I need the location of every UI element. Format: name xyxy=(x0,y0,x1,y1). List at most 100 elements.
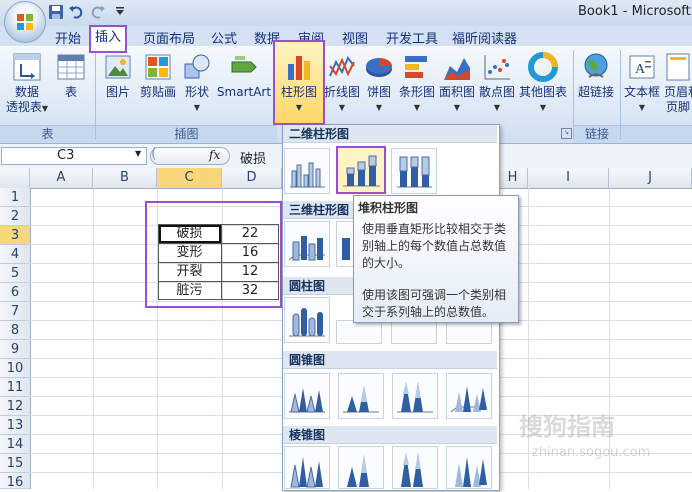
pie-chart-button[interactable]: 饼图 ▼ xyxy=(363,52,395,115)
cylinder-column-option[interactable] xyxy=(284,297,330,343)
pivot-table-label-2: 透视表 xyxy=(5,100,42,114)
gallery-section-pyramid: 棱锥图 xyxy=(283,426,497,444)
qat-menu-icon[interactable] xyxy=(112,4,128,20)
column-header[interactable]: B xyxy=(93,168,157,188)
data-range-highlight xyxy=(145,201,282,308)
dialog-launcher-icon[interactable]: ↘ xyxy=(561,128,572,139)
column-header-selected[interactable]: C xyxy=(157,168,222,188)
percent-stacked-cylinder-option[interactable] xyxy=(391,320,437,344)
row-header[interactable]: 7 xyxy=(0,302,30,321)
formula-input[interactable]: 破损 xyxy=(240,148,266,167)
expand-handle-icon[interactable]: ( xyxy=(151,146,156,162)
insert-function-button[interactable]: fx xyxy=(209,148,220,162)
percent-stacked-column-option[interactable] xyxy=(391,148,437,194)
picture-label: 图片 xyxy=(105,85,130,99)
tab-developer[interactable]: 开发工具 xyxy=(386,28,438,47)
tab-foxit-reader[interactable]: 福昕阅读器 xyxy=(452,28,517,47)
row-header[interactable]: 1 xyxy=(0,188,30,207)
table-label: 表 xyxy=(64,85,77,99)
row-header[interactable]: 13 xyxy=(0,416,30,435)
gallery-section-2d-column: 二维柱形图 xyxy=(283,125,497,143)
other-charts-button[interactable]: 其他图表 ▼ xyxy=(518,52,568,115)
header-footer-label-2: 页脚 xyxy=(665,100,690,114)
stacked-cone-option[interactable] xyxy=(338,373,384,419)
3d-pyramid-option[interactable] xyxy=(446,446,492,489)
stacked-cylinder-option[interactable] xyxy=(336,320,382,344)
row-header[interactable]: 15 xyxy=(0,454,30,473)
header-footer-icon xyxy=(666,53,690,81)
select-all-corner[interactable] xyxy=(0,168,30,188)
line-chart-button[interactable]: 折线图 ▼ xyxy=(323,52,361,115)
tab-view[interactable]: 视图 xyxy=(342,28,368,47)
bar-chart-button[interactable]: 条形图 ▼ xyxy=(398,52,436,115)
clipart-button[interactable]: 剪贴画 xyxy=(138,52,178,100)
row-header[interactable]: 8 xyxy=(0,321,30,340)
row-header-selected[interactable]: 3 xyxy=(0,226,30,245)
column-header[interactable]: A xyxy=(30,168,93,188)
name-box[interactable]: C3 xyxy=(1,147,147,165)
chevron-down-icon: ▼ xyxy=(453,103,461,112)
textbox-button[interactable]: A 文本框 ▼ xyxy=(622,52,662,115)
cone-column-option[interactable] xyxy=(284,373,330,419)
stacked-column-option[interactable] xyxy=(336,146,386,194)
tab-formulas[interactable]: 公式 xyxy=(211,28,237,47)
row-header[interactable]: 2 xyxy=(0,207,30,226)
smartart-button[interactable]: SmartArt xyxy=(216,52,272,100)
table-button[interactable]: 表 xyxy=(56,52,86,100)
area-chart-button[interactable]: 面积图 ▼ xyxy=(438,52,476,115)
3d-cone-option[interactable] xyxy=(446,373,492,419)
3d-stacked-column-option[interactable] xyxy=(336,221,354,267)
pivot-table-button[interactable]: 数据 透视表▼ xyxy=(5,52,49,116)
column-header[interactable]: D xyxy=(222,168,282,188)
pyramid-icon xyxy=(290,457,323,488)
row-header[interactable]: 5 xyxy=(0,264,30,283)
row-header[interactable]: 16 xyxy=(0,473,30,490)
watermark-url: zhinan.sogou.com xyxy=(532,445,651,460)
office-logo-icon xyxy=(17,14,33,30)
column-header[interactable]: J xyxy=(609,168,692,188)
redo-icon[interactable] xyxy=(90,4,106,20)
header-footer-button[interactable]: 页眉和 页脚 xyxy=(664,52,692,115)
column-chart-button[interactable]: 柱形图 ▼ xyxy=(277,52,321,115)
header-footer-label: 页眉和 xyxy=(664,85,692,99)
undo-icon[interactable] xyxy=(68,4,84,20)
column-header[interactable]: I xyxy=(528,168,609,188)
row-header[interactable]: 11 xyxy=(0,378,30,397)
chevron-down-icon: ▼ xyxy=(41,104,49,113)
clustered-column-option[interactable] xyxy=(284,148,330,194)
row-header[interactable]: 6 xyxy=(0,283,30,302)
row-header[interactable]: 12 xyxy=(0,397,30,416)
group-label-illustrations: 插图 xyxy=(96,125,277,143)
percent-stacked-pyramid-option[interactable] xyxy=(392,446,438,489)
office-button[interactable] xyxy=(4,1,46,43)
3d-column-icon xyxy=(288,236,325,261)
area-chart-icon xyxy=(444,58,470,80)
column-header[interactable]: H xyxy=(498,168,528,188)
shapes-button[interactable]: 形状 ▼ xyxy=(182,52,212,115)
percent-stacked-cone-option[interactable] xyxy=(392,373,438,419)
picture-button[interactable]: 图片 xyxy=(101,52,135,100)
chevron-down-icon[interactable]: ▼ xyxy=(135,149,141,158)
3d-clustered-column-option[interactable] xyxy=(284,221,330,267)
scatter-chart-button[interactable]: 散点图 ▼ xyxy=(478,52,516,115)
percent-stacked-pyramid-icon xyxy=(401,453,423,487)
row-header[interactable]: 4 xyxy=(0,245,30,264)
row-header[interactable]: 9 xyxy=(0,340,30,359)
3d-stacked-icon xyxy=(342,238,350,260)
chevron-down-icon: ▼ xyxy=(375,103,383,112)
row-header[interactable]: 14 xyxy=(0,435,30,454)
hyperlink-button[interactable]: 超链接 xyxy=(576,52,616,100)
tab-home[interactable]: 开始 xyxy=(55,28,81,47)
tooltip-title: 堆积柱形图 xyxy=(358,201,419,215)
row-header[interactable]: 10 xyxy=(0,359,30,378)
3d-cylinder-option[interactable] xyxy=(446,320,492,344)
hyperlink-label: 超链接 xyxy=(577,85,614,99)
pyramid-column-option[interactable] xyxy=(284,446,330,489)
grid-line xyxy=(93,188,94,489)
save-icon[interactable] xyxy=(48,4,64,20)
clipart-icon xyxy=(145,54,171,80)
stacked-pyramid-option[interactable] xyxy=(338,446,384,489)
chevron-down-icon: ▼ xyxy=(638,103,646,112)
tab-insert[interactable]: 插入 xyxy=(89,25,127,53)
tab-page-layout[interactable]: 页面布局 xyxy=(143,28,195,47)
